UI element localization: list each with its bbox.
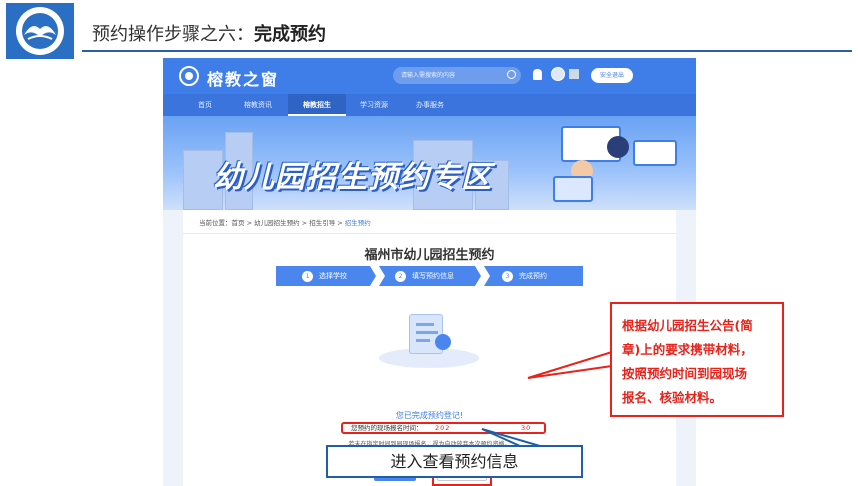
red-callout: 根据幼儿园招生公告(简 章)上的要求携带材料， 按照预约时间到园现场 报名、核验… [610, 302, 784, 417]
blue-callout-pointer [481, 428, 541, 447]
blue-callout: 进入查看预约信息 [326, 445, 583, 478]
red-callout-pointer [527, 350, 613, 379]
